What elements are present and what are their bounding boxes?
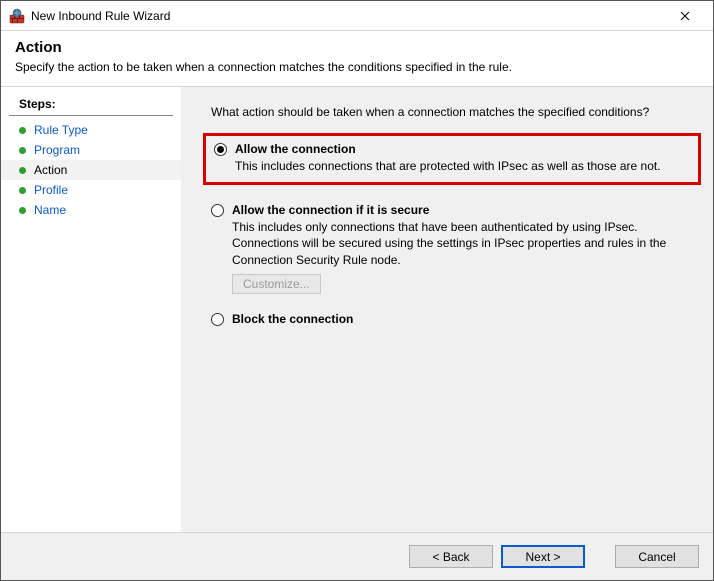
action-radio-group: Allow the connection This includes conne… (211, 133, 693, 326)
bullet-icon (19, 127, 26, 134)
bullet-icon (19, 147, 26, 154)
radio-label: Allow the connection (235, 142, 356, 156)
bullet-icon (19, 167, 26, 174)
customize-button: Customize... (232, 274, 321, 294)
page-title: Action (15, 39, 699, 56)
sidebar-item-label: Name (34, 203, 66, 217)
window-title: New Inbound Rule Wizard (31, 9, 170, 23)
sidebar-item-name[interactable]: Name (1, 200, 181, 220)
sidebar-title: Steps: (9, 93, 173, 116)
sidebar-item-label: Rule Type (34, 123, 88, 137)
bullet-icon (19, 187, 26, 194)
back-button[interactable]: < Back (409, 545, 493, 568)
wizard-footer: < Back Next > Cancel (1, 532, 713, 580)
sidebar-item-action[interactable]: Action (1, 160, 181, 180)
sidebar-item-program[interactable]: Program (1, 140, 181, 160)
radio-icon[interactable] (211, 204, 224, 217)
next-button[interactable]: Next > (501, 545, 585, 568)
radio-description: This includes only connections that have… (232, 219, 672, 268)
close-button[interactable] (665, 2, 705, 30)
sidebar-item-label: Profile (34, 183, 68, 197)
radio-description: This includes connections that are prote… (235, 158, 675, 174)
sidebar-item-rule-type[interactable]: Rule Type (1, 120, 181, 140)
radio-option-allow-secure[interactable]: Allow the connection if it is secure Thi… (211, 203, 693, 294)
steps-sidebar: Steps: Rule Type Program Action Profile … (1, 87, 181, 533)
radio-icon[interactable] (214, 143, 227, 156)
highlight-box: Allow the connection This includes conne… (203, 133, 701, 185)
radio-option-block[interactable]: Block the connection (211, 312, 693, 326)
content-panel: What action should be taken when a conne… (181, 87, 713, 533)
radio-label: Allow the connection if it is secure (232, 203, 429, 217)
main-layout: Steps: Rule Type Program Action Profile … (1, 87, 713, 533)
cancel-button[interactable]: Cancel (615, 545, 699, 568)
firewall-icon (9, 8, 25, 24)
sidebar-item-label: Program (34, 143, 80, 157)
sidebar-item-label: Action (34, 163, 67, 177)
close-icon (680, 11, 690, 21)
radio-icon[interactable] (211, 313, 224, 326)
radio-option-allow[interactable]: Allow the connection This includes conne… (214, 142, 690, 174)
page-subtitle: Specify the action to be taken when a co… (15, 60, 699, 74)
content-prompt: What action should be taken when a conne… (211, 105, 693, 119)
sidebar-item-profile[interactable]: Profile (1, 180, 181, 200)
radio-label: Block the connection (232, 312, 353, 326)
bullet-icon (19, 207, 26, 214)
wizard-header: Action Specify the action to be taken wh… (1, 31, 713, 87)
titlebar: New Inbound Rule Wizard (1, 1, 713, 31)
